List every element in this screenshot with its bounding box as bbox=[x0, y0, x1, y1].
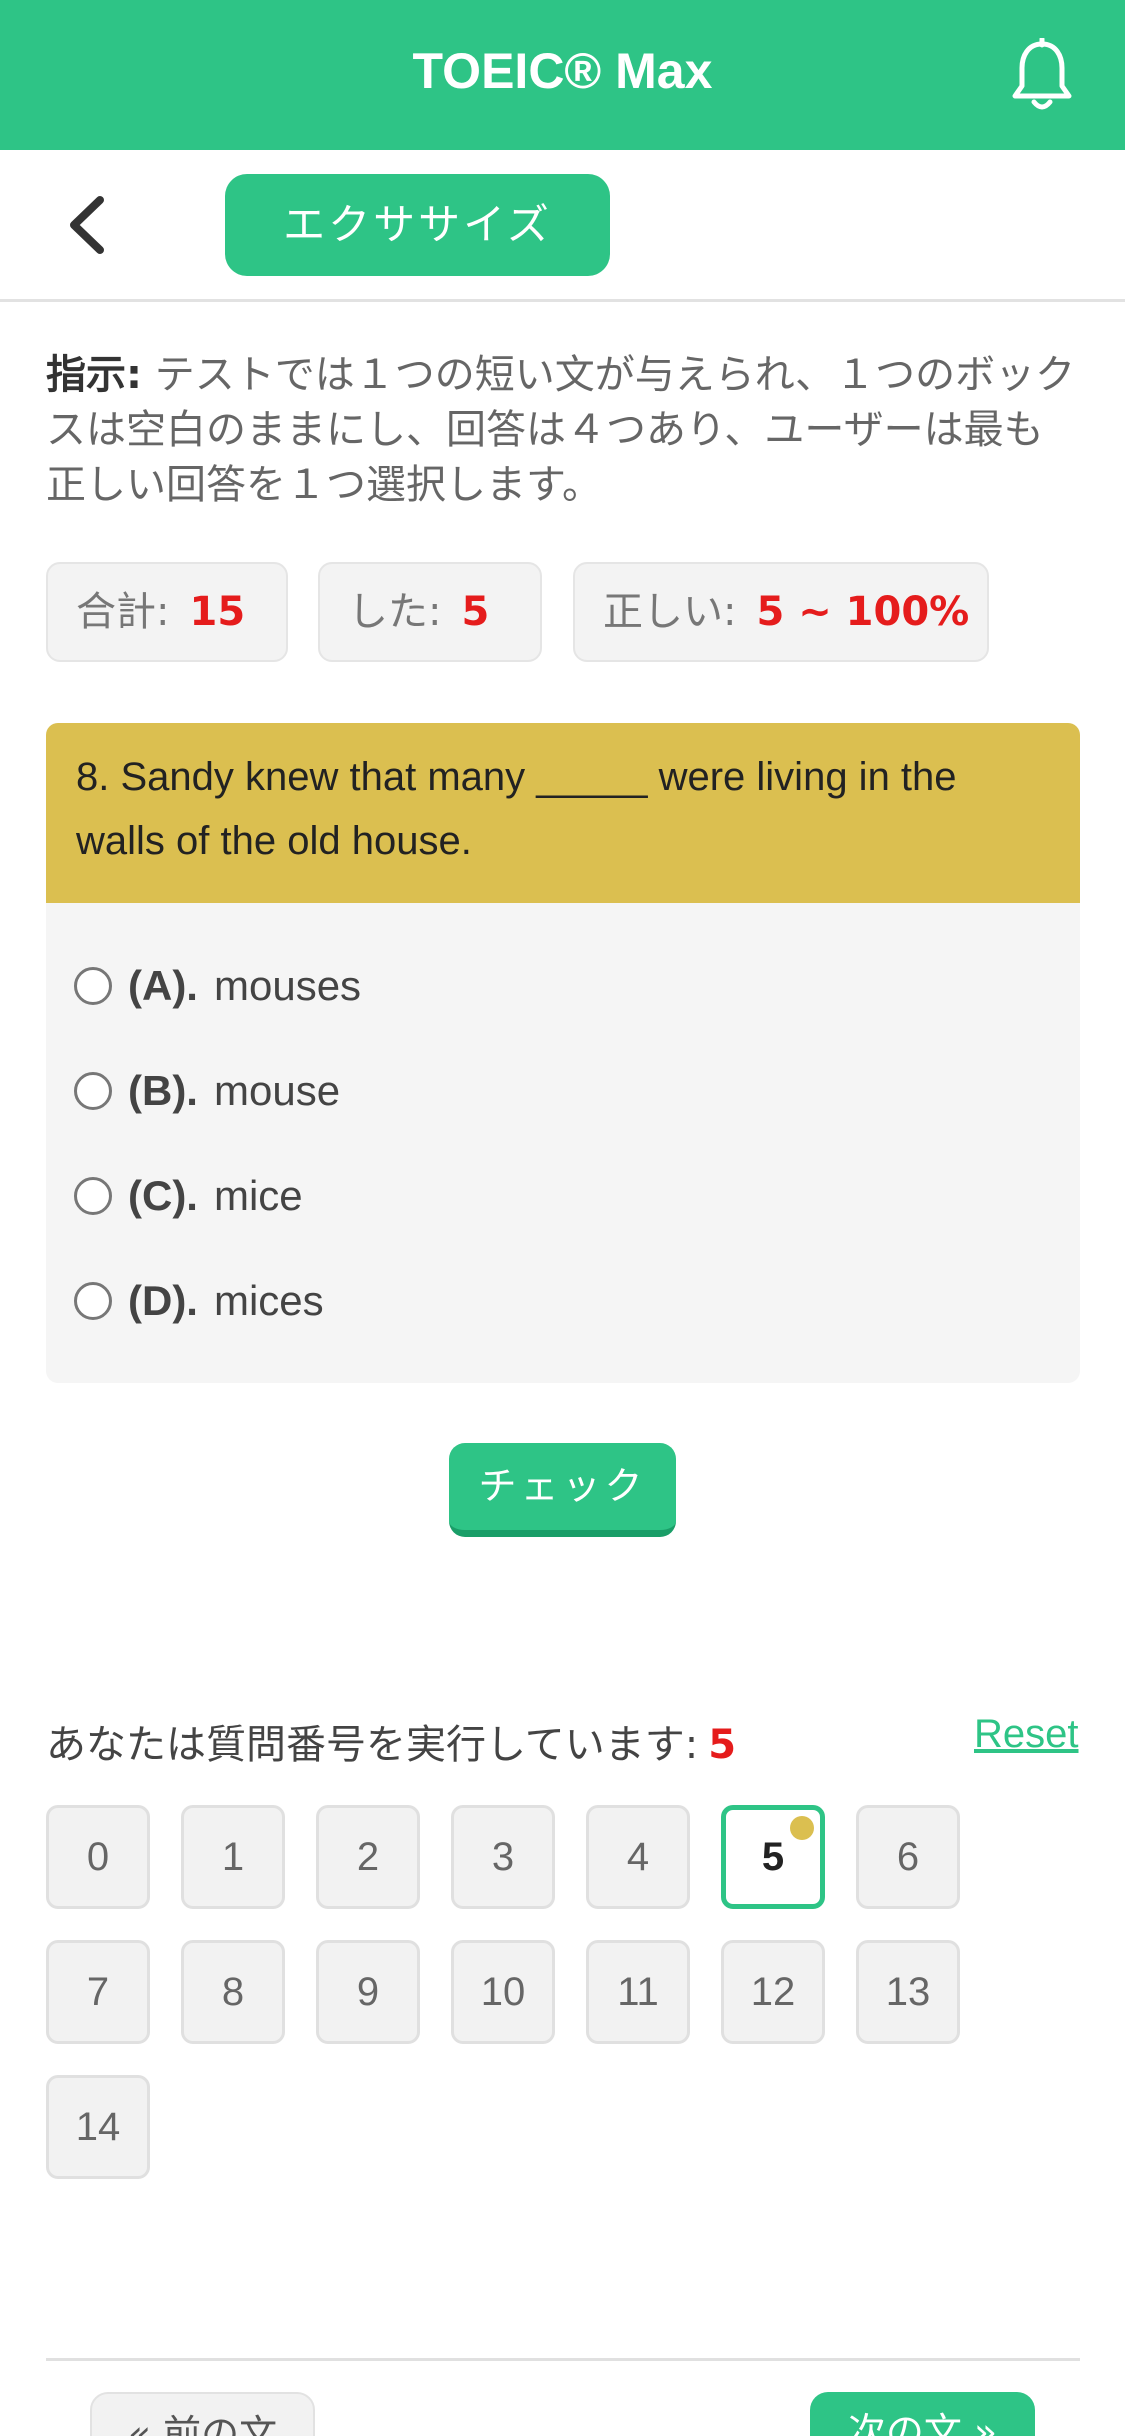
question-number-button[interactable]: 12 bbox=[721, 1940, 825, 2044]
question-number-button[interactable]: 9 bbox=[316, 1940, 420, 2044]
current-question-line: あなたは質問番号を実行しています: 5 bbox=[46, 1712, 736, 1770]
question-number-button-active[interactable]: 5 bbox=[721, 1805, 825, 1909]
option-c[interactable]: (C). mice bbox=[74, 1166, 303, 1226]
question-card: 8. Sandy knew that many _____ were livin… bbox=[46, 723, 1080, 1383]
correct-stat: 正しい: 5 ~ 100% bbox=[573, 562, 989, 662]
option-b[interactable]: (B). mouse bbox=[74, 1061, 340, 1121]
correct-label: 正しい: bbox=[603, 589, 737, 635]
question-number-button[interactable]: 3 bbox=[451, 1805, 555, 1909]
current-question-number: 5 bbox=[708, 1722, 737, 1768]
question-number-button[interactable]: 11 bbox=[586, 1940, 690, 2044]
question-number-button[interactable]: 13 bbox=[856, 1940, 960, 2044]
current-question-label: あなたは質問番号を実行しています: bbox=[46, 1722, 699, 1768]
question-number-button[interactable]: 6 bbox=[856, 1805, 960, 1909]
question-text: 8. Sandy knew that many _____ were livin… bbox=[46, 723, 1080, 903]
divider bbox=[46, 2358, 1080, 2361]
total-label: 合計: bbox=[76, 589, 170, 635]
total-value: 15 bbox=[189, 589, 246, 635]
radio-button[interactable] bbox=[74, 1282, 112, 1320]
chevron-left-icon[interactable] bbox=[62, 190, 112, 260]
done-stat: した: 5 bbox=[318, 562, 542, 662]
instructions-label: 指示: bbox=[46, 352, 142, 398]
option-text: mouses bbox=[213, 962, 362, 1009]
question-number-button[interactable]: 8 bbox=[181, 1940, 285, 2044]
radio-button[interactable] bbox=[74, 1177, 112, 1215]
question-number-button[interactable]: 2 bbox=[316, 1805, 420, 1909]
question-number-button[interactable]: 7 bbox=[46, 1940, 150, 2044]
option-letter: (A). bbox=[128, 962, 198, 1009]
instructions-text: テストでは１つの短い文が与えられ、１つのボックスは空白のままにし、回答は４つあり… bbox=[46, 352, 1076, 508]
check-button[interactable]: チェック bbox=[449, 1443, 676, 1537]
answered-dot-icon bbox=[790, 1816, 814, 1840]
sub-header: エクササイズ bbox=[0, 150, 1125, 302]
done-value: 5 bbox=[461, 589, 490, 635]
prev-sentence-button[interactable]: « 前の文 bbox=[90, 2392, 315, 2436]
option-a[interactable]: (A). mouses bbox=[74, 956, 361, 1016]
option-text: mices bbox=[213, 1277, 324, 1324]
total-stat: 合計: 15 bbox=[46, 562, 288, 662]
option-text: mice bbox=[213, 1172, 303, 1219]
question-number-button[interactable]: 0 bbox=[46, 1805, 150, 1909]
done-label: した: bbox=[348, 589, 442, 635]
top-app-bar: TOEIC® Max bbox=[0, 0, 1125, 150]
question-number-button[interactable]: 10 bbox=[451, 1940, 555, 2044]
reset-link[interactable]: Reset bbox=[974, 1712, 1079, 1757]
radio-button[interactable] bbox=[74, 1072, 112, 1110]
radio-button[interactable] bbox=[74, 967, 112, 1005]
next-sentence-button[interactable]: 次の文 » bbox=[810, 2392, 1035, 2436]
question-number-button[interactable]: 4 bbox=[586, 1805, 690, 1909]
exercise-tab-button[interactable]: エクササイズ bbox=[225, 174, 610, 276]
question-number-label: 5 bbox=[761, 1835, 785, 1879]
app-title: TOEIC® Max bbox=[412, 43, 713, 99]
option-d[interactable]: (D). mices bbox=[74, 1271, 324, 1331]
option-text: mouse bbox=[213, 1067, 341, 1114]
bell-icon[interactable] bbox=[1010, 38, 1074, 112]
instructions: 指示: テストでは１つの短い文が与えられ、１つのボックスは空白のままにし、回答は… bbox=[46, 348, 1076, 513]
question-number-button[interactable]: 14 bbox=[46, 2075, 150, 2179]
option-letter: (B). bbox=[128, 1067, 198, 1114]
correct-value: 5 ~ 100% bbox=[756, 589, 970, 635]
option-letter: (D). bbox=[128, 1277, 198, 1324]
option-letter: (C). bbox=[128, 1172, 198, 1219]
question-number-button[interactable]: 1 bbox=[181, 1805, 285, 1909]
